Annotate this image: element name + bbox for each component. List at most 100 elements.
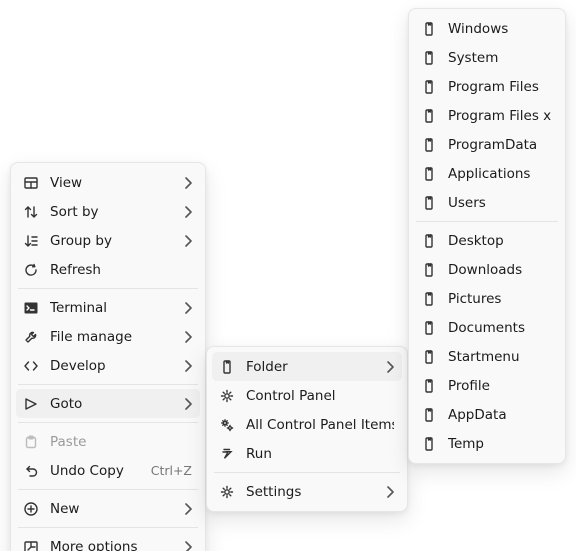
menu-item-programdata[interactable]: ProgramData	[414, 130, 560, 159]
sort-icon	[22, 203, 40, 221]
submenu-arrow-icon	[180, 300, 192, 316]
folder-icon	[420, 319, 438, 337]
menu-item-label: New	[50, 501, 180, 517]
menu-item-label: Control Panel	[246, 388, 394, 404]
menu-item-startmenu[interactable]: Startmenu	[414, 342, 560, 371]
group-icon	[22, 232, 40, 250]
menu-separator	[416, 221, 558, 222]
submenu-arrow-icon	[180, 175, 192, 191]
menu-item-refresh[interactable]: Refresh	[16, 255, 200, 284]
menu-item-label: Folder	[246, 359, 382, 375]
menu-separator	[18, 288, 198, 289]
menu-item-label: View	[50, 175, 180, 191]
folder-icon	[420, 261, 438, 279]
menu-item-label: More options	[50, 539, 180, 551]
menu-item-settings[interactable]: Settings	[212, 477, 402, 506]
menu-separator	[18, 422, 198, 423]
menu-item-label: Downloads	[448, 262, 552, 278]
folder-icon	[420, 232, 438, 250]
menu-separator	[18, 527, 198, 528]
submenu-arrow-icon	[180, 539, 192, 551]
folder-icon	[420, 435, 438, 453]
menu-item-label: Goto	[50, 396, 180, 412]
menu-item-goto[interactable]: Goto	[16, 389, 200, 418]
menu-item-label: AppData	[448, 407, 552, 423]
menu-item-appdata[interactable]: AppData	[414, 400, 560, 429]
menu-item-label: Undo Copy	[50, 463, 141, 479]
menu-item-program-files-x86[interactable]: Program Files x86	[414, 101, 560, 130]
menu-item-all-control-panel-items[interactable]: All Control Panel Items	[212, 410, 402, 439]
submenu-goto: Folder Control Panel All Control Panel I…	[206, 346, 408, 512]
menu-item-pictures[interactable]: Pictures	[414, 284, 560, 313]
menu-item-label: File manage	[50, 329, 180, 345]
menu-item-label: System	[448, 50, 552, 66]
menu-item-documents[interactable]: Documents	[414, 313, 560, 342]
menu-item-new[interactable]: New	[16, 494, 200, 523]
menu-item-applications[interactable]: Applications	[414, 159, 560, 188]
submenu-arrow-icon	[180, 204, 192, 220]
menu-item-system[interactable]: System	[414, 43, 560, 72]
menu-separator	[18, 384, 198, 385]
menu-item-program-files[interactable]: Program Files	[414, 72, 560, 101]
menu-item-label: Sort by	[50, 204, 180, 220]
menu-item-view[interactable]: View	[16, 168, 200, 197]
menu-item-develop[interactable]: Develop	[16, 351, 200, 380]
menu-item-label: All Control Panel Items	[246, 417, 394, 433]
menu-item-users[interactable]: Users	[414, 188, 560, 217]
folder-icon	[420, 377, 438, 395]
menu-item-label: Run	[246, 446, 394, 462]
menu-item-profile[interactable]: Profile	[414, 371, 560, 400]
menu-item-temp[interactable]: Temp	[414, 429, 560, 458]
menu-item-terminal[interactable]: Terminal	[16, 293, 200, 322]
menu-separator	[214, 472, 400, 473]
submenu-arrow-icon	[180, 396, 192, 412]
undo-icon	[22, 462, 40, 480]
menu-item-control-panel[interactable]: Control Panel	[212, 381, 402, 410]
menu-item-label: Program Files x86	[448, 108, 552, 124]
menu-item-group-by[interactable]: Group by	[16, 226, 200, 255]
menu-item-desktop[interactable]: Desktop	[414, 226, 560, 255]
menu-item-label: Program Files	[448, 79, 552, 95]
run-icon	[218, 445, 236, 463]
folder-icon	[420, 20, 438, 38]
menu-item-label: Users	[448, 195, 552, 211]
submenu-folder: Windows System Program Files Program Files …	[408, 8, 566, 464]
folder-icon	[420, 406, 438, 424]
menu-item-file-manage[interactable]: File manage	[16, 322, 200, 351]
menu-item-paste: Paste	[16, 427, 200, 456]
folder-icon	[420, 107, 438, 125]
menu-item-downloads[interactable]: Downloads	[414, 255, 560, 284]
folder-icon	[420, 165, 438, 183]
folder-icon	[420, 348, 438, 366]
view-icon	[22, 174, 40, 192]
menu-item-label: Desktop	[448, 233, 552, 249]
menu-item-label: Refresh	[50, 262, 192, 278]
play-icon	[22, 395, 40, 413]
gear-icon	[218, 387, 236, 405]
menu-item-label: Documents	[448, 320, 552, 336]
folder-icon	[420, 290, 438, 308]
menu-item-run[interactable]: Run	[212, 439, 402, 468]
menu-item-label: Applications	[448, 166, 552, 182]
clipboard-icon	[22, 433, 40, 451]
folder-icon	[420, 78, 438, 96]
menu-item-windows[interactable]: Windows	[414, 14, 560, 43]
menu-item-label: Paste	[50, 434, 192, 450]
menu-item-sort-by[interactable]: Sort by	[16, 197, 200, 226]
gears-icon	[218, 416, 236, 434]
submenu-arrow-icon	[180, 501, 192, 517]
shortcut-label: Ctrl+Z	[151, 463, 192, 478]
more-options-icon	[22, 538, 40, 551]
menu-item-label: Profile	[448, 378, 552, 394]
menu-item-label: Group by	[50, 233, 180, 249]
menu-item-folder[interactable]: Folder	[212, 352, 402, 381]
submenu-arrow-icon	[382, 484, 394, 500]
menu-item-label: Startmenu	[448, 349, 552, 365]
menu-item-label: Terminal	[50, 300, 180, 316]
plus-circle-icon	[22, 500, 40, 518]
menu-item-label: Temp	[448, 436, 552, 452]
menu-item-undo-copy[interactable]: Undo Copy Ctrl+Z	[16, 456, 200, 485]
menu-item-label: Settings	[246, 484, 382, 500]
menu-item-more-options[interactable]: More options	[16, 532, 200, 551]
submenu-arrow-icon	[382, 359, 394, 375]
